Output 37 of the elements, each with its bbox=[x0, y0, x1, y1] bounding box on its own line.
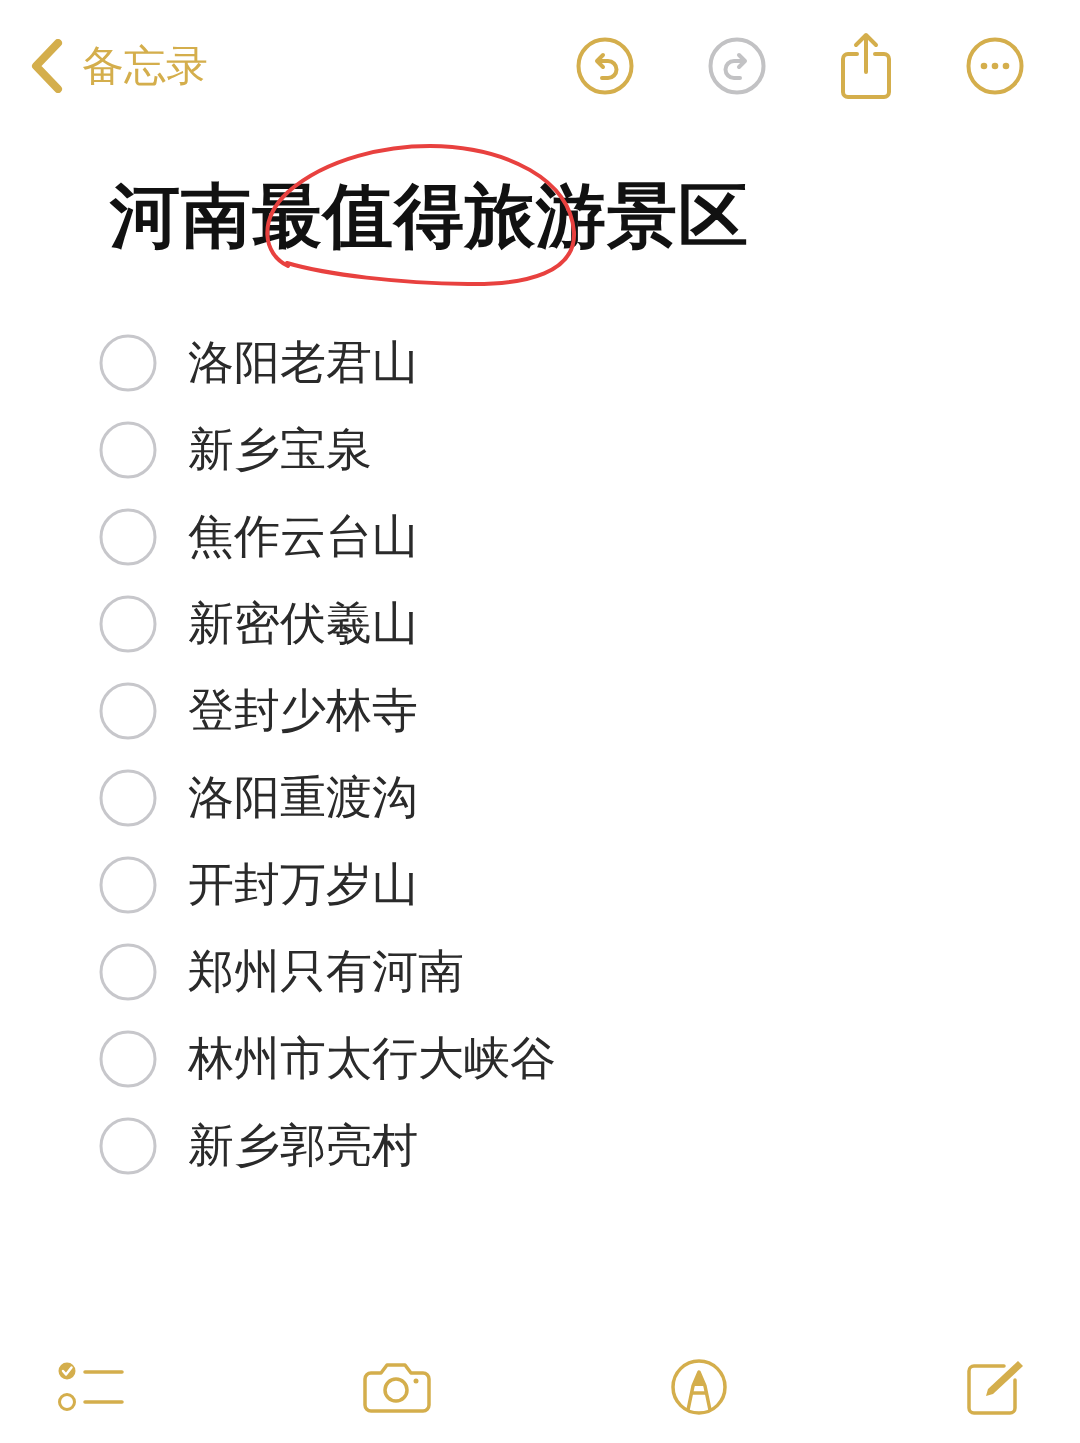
empty-circle-icon[interactable] bbox=[99, 1030, 157, 1088]
empty-circle-icon[interactable] bbox=[99, 421, 157, 479]
empty-circle-icon[interactable] bbox=[99, 1117, 157, 1175]
empty-circle-icon[interactable] bbox=[99, 682, 157, 740]
undo-button[interactable] bbox=[576, 37, 634, 95]
compose-button[interactable] bbox=[966, 1358, 1026, 1416]
empty-circle-icon[interactable] bbox=[99, 508, 157, 566]
more-button[interactable] bbox=[966, 37, 1024, 95]
back-button[interactable]: 备忘录 bbox=[30, 39, 208, 93]
checklist-icon bbox=[58, 1362, 124, 1412]
checklist-item-text: 新乡郭亮村 bbox=[188, 1118, 418, 1174]
compose-icon bbox=[966, 1358, 1026, 1416]
pen-tip-circle-icon bbox=[670, 1359, 727, 1415]
undo-icon bbox=[576, 37, 634, 95]
checklist-item-text: 登封少林寺 bbox=[188, 683, 418, 739]
checklist-item-text: 林州市太行大峡谷 bbox=[188, 1031, 556, 1087]
markup-button[interactable] bbox=[670, 1359, 727, 1415]
empty-circle-icon[interactable] bbox=[99, 595, 157, 653]
chevron-left-icon bbox=[30, 39, 64, 93]
empty-circle-icon[interactable] bbox=[99, 943, 157, 1001]
empty-circle-icon[interactable] bbox=[99, 856, 157, 914]
share-icon bbox=[840, 32, 892, 100]
camera-icon bbox=[363, 1361, 432, 1413]
checklist-item-text: 郑州只有河南 bbox=[188, 944, 464, 1000]
empty-circle-icon[interactable] bbox=[99, 769, 157, 827]
share-button[interactable] bbox=[840, 32, 892, 100]
more-icon bbox=[966, 37, 1024, 95]
checklist-button[interactable] bbox=[58, 1362, 124, 1412]
camera-button[interactable] bbox=[363, 1361, 432, 1413]
redo-icon bbox=[708, 37, 766, 95]
checklist-item-text: 洛阳老君山 bbox=[188, 335, 418, 391]
checklist-item-text: 洛阳重渡沟 bbox=[188, 770, 418, 826]
empty-circle-icon[interactable] bbox=[99, 334, 157, 392]
checklist-item-text: 新密伏羲山 bbox=[188, 596, 418, 652]
checklist-item-text: 开封万岁山 bbox=[188, 857, 418, 913]
checklist-item-text: 焦作云台山 bbox=[188, 509, 418, 565]
checklist-item-text: 新乡宝泉 bbox=[188, 422, 372, 478]
